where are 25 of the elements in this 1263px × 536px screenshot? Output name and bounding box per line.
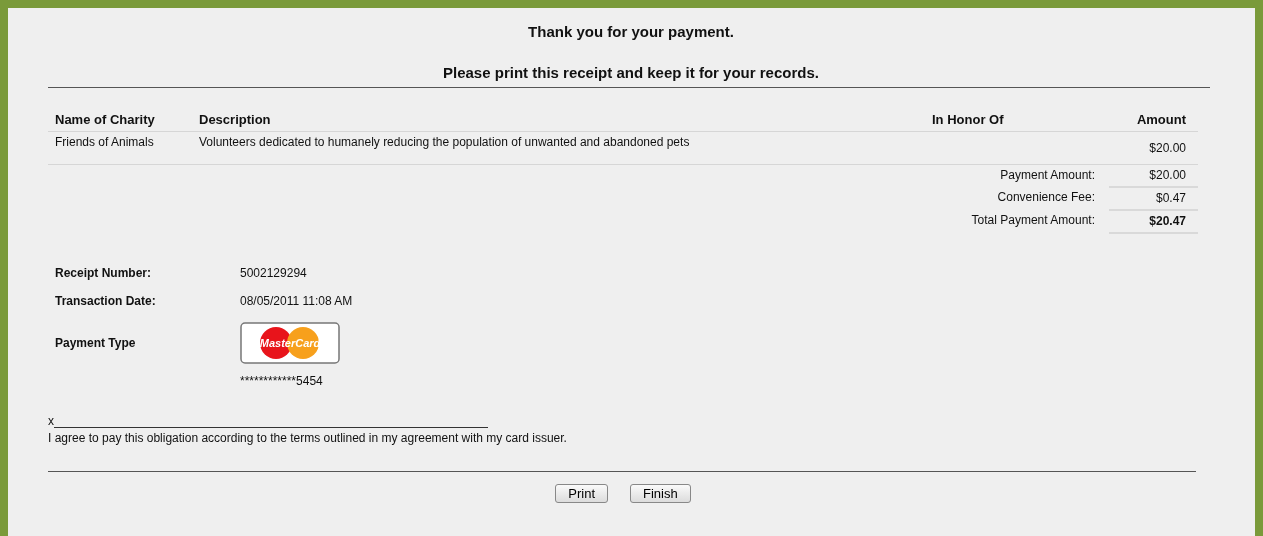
table-cell: Volunteers dedicated to humanely reducing the population of unwanted and abandoned pets — [199, 135, 690, 149]
detail-value: 08/05/2011 11:08 AM — [240, 294, 353, 308]
total-label: Payment Amount: — [1000, 168, 1095, 182]
action-button[interactable]: Finish — [630, 484, 691, 503]
total-value: $20.47 — [1149, 214, 1186, 228]
table-cell: Friends of Animals — [55, 135, 154, 149]
heading: Thank you for your payment. — [528, 23, 734, 40]
total-label: Total Payment Amount: — [971, 213, 1095, 227]
detail-label: Receipt Number: — [55, 266, 153, 280]
detail-value: 5002129294 — [240, 266, 307, 280]
total-value: $20.00 — [1149, 168, 1186, 182]
total-label: Convenience Fee: — [997, 190, 1095, 204]
column-header: Description — [199, 112, 271, 127]
subheading: Please print this receipt and keep it for your records. — [443, 64, 819, 81]
column-header: Name of Charity — [55, 112, 155, 127]
card-number: ************5454 — [240, 374, 323, 388]
column-header: Amount — [1136, 112, 1186, 127]
total-value: $0.47 — [1155, 191, 1186, 205]
action-button[interactable]: Print — [555, 484, 608, 503]
detail-label: Transaction Date: — [55, 294, 157, 308]
table-cell: $20.00 — [1149, 141, 1186, 155]
column-header: In Honor Of — [932, 112, 1004, 127]
agreement-text: I agree to pay this obligation according to the terms outlined in my agreement with my card issuer. — [48, 431, 568, 445]
detail-label: Payment Type — [55, 336, 137, 350]
signature-mark: x — [48, 414, 54, 428]
